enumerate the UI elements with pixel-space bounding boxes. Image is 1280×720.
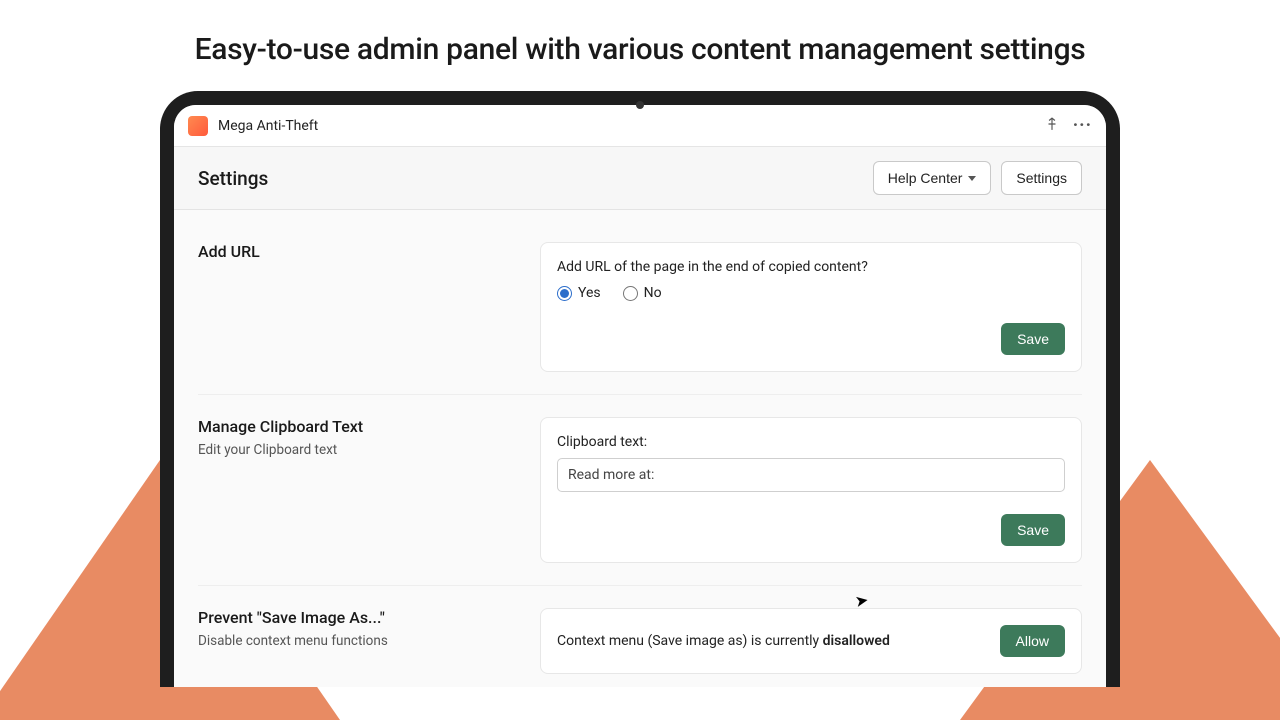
section-save-image: Prevent "Save Image As..." Disable conte… — [198, 586, 1082, 687]
radio-no-input[interactable] — [623, 286, 638, 301]
section-clipboard: Manage Clipboard Text Edit your Clipboar… — [198, 395, 1082, 586]
save-image-card: Context menu (Save image as) is currentl… — [540, 608, 1082, 674]
app-name: Mega Anti-Theft — [218, 118, 318, 134]
save-image-status: Context menu (Save image as) is currentl… — [557, 633, 890, 649]
content: Add URL Add URL of the page in the end o… — [174, 210, 1106, 687]
section-add-url: Add URL Add URL of the page in the end o… — [198, 220, 1082, 395]
chevron-down-icon — [968, 176, 976, 181]
clipboard-desc: Edit your Clipboard text — [198, 442, 518, 458]
save-image-allow-button[interactable]: Allow — [1000, 625, 1065, 657]
add-url-card: Add URL of the page in the end of copied… — [540, 242, 1082, 372]
clipboard-input[interactable] — [557, 458, 1065, 492]
page-title: Settings — [198, 167, 268, 190]
app-icon — [188, 116, 208, 136]
laptop-frame: Mega Anti-Theft ··· Settings Help Center… — [160, 91, 1120, 687]
more-icon[interactable]: ··· — [1073, 115, 1092, 136]
settings-button[interactable]: Settings — [1001, 161, 1082, 195]
save-image-title: Prevent "Save Image As..." — [198, 608, 518, 627]
camera-dot — [636, 101, 644, 109]
radio-no-label: No — [644, 285, 662, 301]
add-url-save-button[interactable]: Save — [1001, 323, 1065, 355]
add-url-title: Add URL — [198, 242, 518, 261]
clipboard-title: Manage Clipboard Text — [198, 417, 518, 436]
clipboard-card: Clipboard text: Save — [540, 417, 1082, 563]
add-url-question: Add URL of the page in the end of copied… — [557, 259, 1065, 275]
clipboard-save-button[interactable]: Save — [1001, 514, 1065, 546]
page-bar: Settings Help Center Settings — [174, 147, 1106, 210]
radio-yes-label: Yes — [578, 285, 601, 301]
save-image-status-value: disallowed — [823, 633, 890, 649]
help-center-dropdown[interactable]: Help Center — [873, 161, 992, 195]
screen: Mega Anti-Theft ··· Settings Help Center… — [174, 105, 1106, 687]
save-image-desc: Disable context menu functions — [198, 633, 518, 649]
app-header: Mega Anti-Theft ··· — [174, 105, 1106, 147]
radio-yes-input[interactable] — [557, 286, 572, 301]
pin-icon[interactable] — [1045, 117, 1059, 135]
radio-no[interactable]: No — [623, 285, 662, 301]
radio-yes[interactable]: Yes — [557, 285, 601, 301]
save-image-status-prefix: Context menu (Save image as) is currentl… — [557, 633, 823, 649]
help-center-label: Help Center — [888, 170, 963, 186]
clipboard-input-label: Clipboard text: — [557, 434, 1065, 450]
marketing-headline: Easy-to-use admin panel with various con… — [0, 0, 1280, 91]
